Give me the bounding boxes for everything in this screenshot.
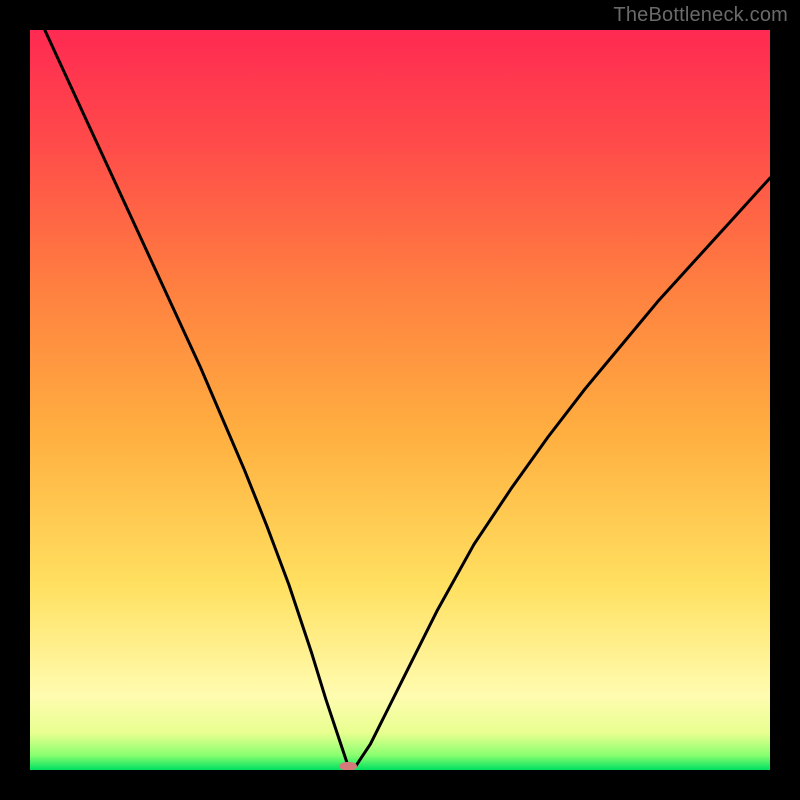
plot-area [30, 30, 770, 770]
chart-svg [30, 30, 770, 770]
watermark-text: TheBottleneck.com [613, 4, 788, 27]
gradient-background [30, 30, 770, 770]
chart-frame: TheBottleneck.com [0, 0, 800, 800]
